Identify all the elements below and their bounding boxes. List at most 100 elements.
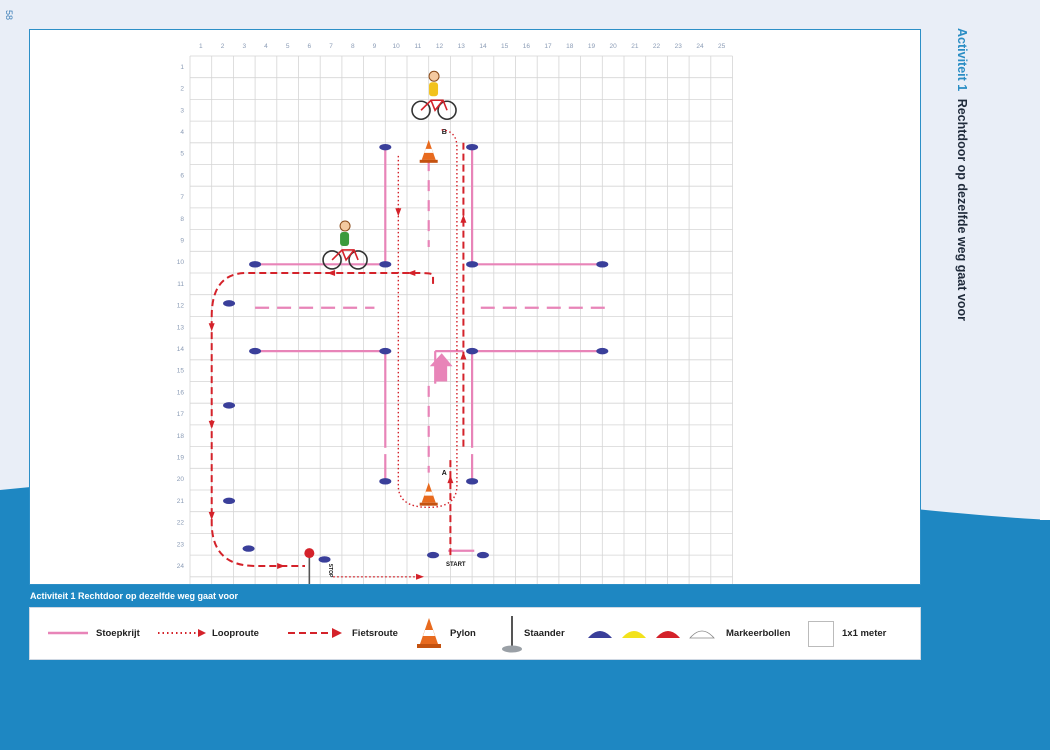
- grid-col-label: 24: [696, 43, 704, 50]
- grid-col-label: 23: [675, 43, 683, 50]
- grid-col-label: 5: [286, 43, 290, 50]
- side-title: Activiteit 1 Rechtdoor op dezelfde weg g…: [955, 28, 969, 321]
- grid-row-label: 2: [180, 86, 184, 93]
- marker-cone: [379, 143, 392, 151]
- grid-row-label: 22: [177, 520, 185, 527]
- grid-row-label: 5: [180, 151, 184, 158]
- marker-cone: [427, 551, 440, 559]
- pylon-base: [419, 159, 438, 163]
- grid-col-label: 6: [308, 43, 312, 50]
- grid-row-label: 3: [180, 107, 184, 114]
- rider-head: [428, 70, 440, 82]
- legend-looproute: Looproute: [212, 628, 259, 639]
- pylon-base: [419, 502, 438, 506]
- route-arrow: [395, 208, 402, 217]
- cyclist-top: [411, 70, 457, 121]
- route-arrow: [407, 270, 416, 276]
- marker-cones-icon: [588, 630, 715, 639]
- marker-cone: [379, 261, 392, 268]
- rider-body: [340, 231, 350, 246]
- grid-col-label: 3: [242, 43, 246, 50]
- grid-row-label: 9: [180, 237, 184, 244]
- bike-route-icon: [288, 628, 342, 638]
- route-arrow: [277, 562, 286, 569]
- marker-start: START: [446, 562, 466, 568]
- route-arrow: [447, 475, 454, 484]
- grid-col-label: 16: [523, 43, 531, 50]
- pylon-stripe: [424, 148, 434, 153]
- grid-col-label: 22: [653, 43, 661, 50]
- pylon-stripe: [424, 491, 434, 496]
- route-arrow: [460, 214, 467, 223]
- grid-row-label: 7: [180, 194, 184, 201]
- grid-row-label: 19: [177, 454, 185, 461]
- grid-row-label: 1: [180, 64, 184, 71]
- marker-stop: STOP: [327, 564, 333, 578]
- walk-route: [333, 129, 458, 578]
- grid-col-label: 25: [718, 43, 726, 50]
- legend-pylon: Pylon: [450, 628, 476, 639]
- pylon-a: [419, 482, 438, 506]
- grid-row-label: 11: [177, 281, 184, 288]
- meter-square-icon: [808, 621, 834, 647]
- grid-row-label: 20: [177, 476, 185, 483]
- grid-row-label: 12: [177, 303, 185, 310]
- grid-col-label: 2: [221, 43, 225, 50]
- grid-col-label: 1: [199, 43, 203, 50]
- grid-col-label: 18: [566, 43, 574, 50]
- legend-stoepkrijt: Stoepkrijt: [96, 628, 140, 639]
- grid-row-label: 21: [177, 498, 185, 505]
- marker-cone: [466, 478, 479, 485]
- pylon-icon: [417, 618, 441, 648]
- grid-row-label: 6: [180, 172, 184, 179]
- rider-head: [339, 220, 351, 232]
- grid-row-label: 14: [177, 346, 185, 353]
- grid-col-label: 17: [544, 43, 552, 50]
- grid-row-label: 15: [177, 368, 185, 375]
- marker-cone: [242, 545, 255, 552]
- legend-markeerbollen: Markeerbollen: [726, 628, 791, 639]
- grid-lines: [189, 55, 733, 599]
- grid-col-label: 20: [610, 43, 618, 50]
- grid-col-label: 21: [631, 43, 639, 50]
- marker-cone: [379, 478, 392, 485]
- route-arrow: [208, 512, 215, 521]
- grid-row-label: 17: [177, 411, 185, 418]
- grid-row-label: 18: [177, 433, 185, 440]
- diagram-frame: 1 2 3 4 5 6 7 8 9 10 11 12 13 14 15 16 17 18 19 20 21 22 23 24 2…: [29, 29, 921, 599]
- marker-cone: [223, 300, 236, 307]
- grid-col-label: 12: [436, 43, 444, 50]
- route-arrow: [327, 270, 336, 276]
- grid-col-label: 8: [351, 43, 355, 50]
- marker-cone-white: [379, 447, 392, 455]
- marker-cone: [223, 497, 236, 505]
- marker-a: A: [442, 470, 447, 477]
- rider-body: [429, 82, 439, 97]
- marker-cone: [318, 556, 331, 563]
- legend-fietsroute: Fietsroute: [352, 628, 398, 639]
- stand-icon: [502, 616, 522, 653]
- stop-sign: [304, 548, 315, 559]
- diagram-caption: Activiteit 1 Rechtdoor op dezelfde weg g…: [30, 591, 239, 601]
- side-title-activity: Activiteit 1: [955, 28, 969, 92]
- grid-col-label: 15: [501, 43, 509, 50]
- marker-cone: [596, 347, 609, 355]
- grid-col-label: 19: [588, 43, 596, 50]
- marker-cone: [223, 402, 236, 409]
- route-arrow: [208, 323, 215, 332]
- routes: [210, 129, 465, 578]
- marker-cone: [249, 261, 262, 268]
- grid-col-label: 10: [393, 43, 401, 50]
- grid-row-label: 16: [177, 389, 185, 396]
- grid-col-label: 11: [414, 43, 421, 50]
- grid-row-label: 13: [177, 324, 185, 331]
- grid-col-label: 14: [479, 43, 487, 50]
- walk-route-icon: [158, 629, 206, 637]
- route-arrow: [460, 351, 467, 360]
- route-arrow: [416, 573, 425, 580]
- marker-cone: [466, 347, 479, 355]
- grid-row-label: 23: [177, 541, 185, 548]
- page-number: 58: [4, 10, 14, 21]
- grid-row-label: 10: [177, 259, 185, 266]
- grid-col-label: 9: [373, 43, 377, 50]
